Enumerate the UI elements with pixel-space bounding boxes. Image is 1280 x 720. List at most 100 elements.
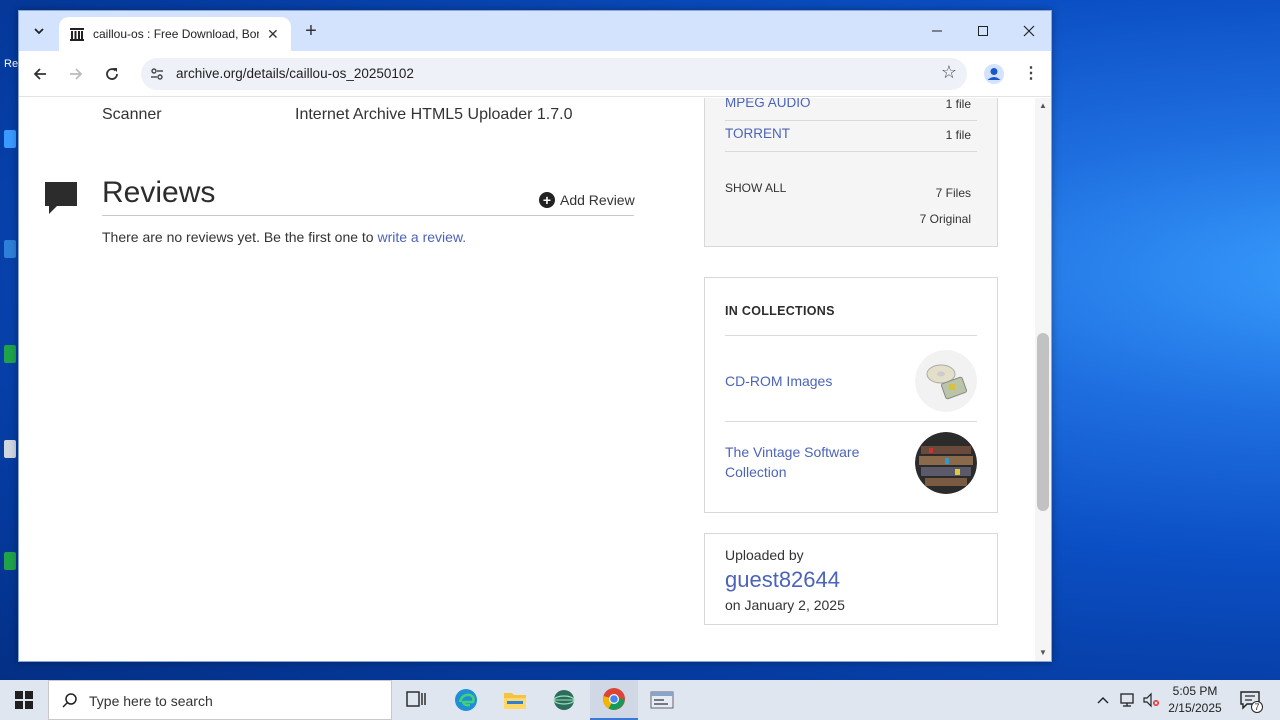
- metadata-value: Internet Archive HTML5 Uploader 1.7.0: [295, 106, 573, 123]
- file-format-link[interactable]: TORRENT: [725, 126, 790, 141]
- scroll-down-arrow-icon[interactable]: ▼: [1037, 648, 1049, 657]
- plus-circle-icon: +: [539, 192, 555, 208]
- file-count: 1 file: [945, 128, 971, 142]
- folder-icon: [504, 693, 526, 709]
- collections-box: IN COLLECTIONS CD-ROM Images The Vintage…: [704, 277, 998, 513]
- volume-muted-icon: [1143, 692, 1159, 708]
- task-view-icon: [406, 691, 426, 707]
- tab-active[interactable]: caillou-os : Free Download, Borrow, and …: [59, 17, 291, 51]
- close-window-button[interactable]: [1011, 17, 1047, 45]
- search-placeholder: Type here to search: [89, 693, 213, 709]
- tab-title: caillou-os : Free Download, Borrow, and …: [93, 27, 259, 41]
- upload-date: on January 2, 2025: [725, 597, 845, 613]
- forward-arrow-icon: [70, 68, 83, 80]
- browser-toolbar: archive.org/details/caillou-os_20250102 …: [19, 51, 1051, 97]
- files-total[interactable]: 7 Files: [936, 186, 971, 200]
- divider: [102, 215, 634, 216]
- desktop-icon[interactable]: [0, 552, 18, 592]
- internet-archive-favicon-icon: [69, 26, 85, 42]
- file-row: TORRENT 1 file: [725, 120, 977, 152]
- uploader-username-link[interactable]: guest82644: [725, 567, 840, 593]
- reload-button[interactable]: [99, 61, 125, 87]
- uploaded-by-label: Uploaded by: [725, 547, 804, 563]
- chrome-taskbar-button[interactable]: [590, 680, 638, 720]
- forward-button[interactable]: [63, 61, 89, 87]
- desktop-icon[interactable]: [0, 240, 18, 280]
- file-count: 1 file: [945, 98, 971, 111]
- desktop-icon-recycle-bin[interactable]: Re: [0, 58, 18, 98]
- maximize-icon: [978, 26, 988, 36]
- address-bar[interactable]: archive.org/details/caillou-os_20250102 …: [141, 58, 967, 90]
- no-reviews-message: There are no reviews yet. Be the first o…: [102, 229, 466, 245]
- vintage-software-thumbnail-icon[interactable]: [915, 432, 977, 494]
- show-hidden-icons-button[interactable]: [1092, 680, 1114, 720]
- tab-close-icon[interactable]: ✕: [267, 26, 279, 43]
- page-content: Scanner Internet Archive HTML5 Uploader …: [19, 98, 1035, 661]
- file-explorer-taskbar-button[interactable]: [491, 680, 539, 720]
- network-tray-button[interactable]: [1116, 680, 1138, 720]
- desktop-icon[interactable]: [0, 440, 18, 480]
- scrollbar-thumb[interactable]: [1037, 333, 1049, 511]
- scroll-up-arrow-icon[interactable]: ▲: [1037, 101, 1049, 110]
- windows-logo-icon: [15, 691, 33, 709]
- reload-icon: [106, 68, 118, 80]
- minimize-icon: [932, 30, 942, 32]
- notification-count-badge: 7: [1251, 701, 1263, 713]
- file-format-link[interactable]: MPEG AUDIO: [725, 98, 811, 110]
- chevron-down-icon: [34, 28, 44, 35]
- maximize-button[interactable]: [965, 17, 1001, 45]
- add-review-button[interactable]: + Add Review: [539, 192, 635, 208]
- globe-network-icon: [553, 690, 575, 710]
- clock-date: 2/15/2025: [1168, 701, 1222, 715]
- tab-strip: caillou-os : Free Download, Borrow, and …: [19, 11, 1051, 51]
- app-taskbar-button[interactable]: [638, 680, 686, 720]
- chrome-icon: [603, 688, 625, 710]
- window-app-icon: [650, 691, 674, 709]
- add-review-label: Add Review: [560, 192, 635, 208]
- network-icon: [1120, 693, 1134, 707]
- taskbar-clock[interactable]: 5:05 PM 2/15/2025: [1160, 683, 1230, 717]
- taskbar-search-box[interactable]: Type here to search: [48, 680, 392, 720]
- file-row: MPEG AUDIO 1 file: [725, 98, 977, 121]
- network-app-taskbar-button[interactable]: [540, 680, 588, 720]
- taskbar: Type here to search 5:05 PM 2/15/2025 7: [0, 680, 1280, 720]
- download-options-box: MPEG AUDIO 1 file TORRENT 1 file SHOW AL…: [704, 98, 998, 247]
- tab-search-button[interactable]: [27, 19, 51, 43]
- desktop-icon[interactable]: [0, 130, 18, 170]
- collection-link-vintage-software[interactable]: The Vintage Software Collection: [725, 442, 875, 482]
- start-button[interactable]: [0, 680, 48, 720]
- profile-button[interactable]: [983, 63, 1005, 85]
- divider: [725, 421, 977, 422]
- collections-heading: IN COLLECTIONS: [725, 304, 835, 318]
- profile-avatar-icon: [984, 64, 1004, 84]
- speech-bubble-icon: [45, 182, 77, 214]
- close-icon: [1023, 25, 1035, 37]
- task-view-button[interactable]: [392, 680, 440, 720]
- show-all-link[interactable]: SHOW ALL: [725, 181, 786, 195]
- site-info-icon[interactable]: [149, 66, 165, 82]
- files-original[interactable]: 7 Original: [920, 212, 971, 226]
- cdrom-thumbnail-icon[interactable]: [915, 350, 977, 412]
- edge-taskbar-button[interactable]: [442, 680, 490, 720]
- chevron-up-icon: [1097, 697, 1109, 704]
- back-button[interactable]: [27, 61, 53, 87]
- collection-link-cdrom[interactable]: CD-ROM Images: [725, 371, 832, 391]
- edge-icon: [455, 689, 477, 711]
- volume-tray-button[interactable]: [1140, 680, 1162, 720]
- bookmark-star-icon[interactable]: ☆: [941, 62, 957, 83]
- uploader-box: Uploaded by guest82644 on January 2, 202…: [704, 533, 998, 625]
- search-icon: [62, 693, 77, 708]
- browser-window: caillou-os : Free Download, Borrow, and …: [18, 10, 1052, 662]
- browser-menu-button[interactable]: ⋮: [1021, 63, 1041, 85]
- metadata-key: Scanner: [102, 106, 162, 123]
- no-reviews-text: There are no reviews yet. Be the first o…: [102, 229, 378, 245]
- notification-center-button[interactable]: 7: [1238, 688, 1263, 713]
- minimize-button[interactable]: [919, 17, 955, 45]
- new-tab-button[interactable]: +: [299, 19, 323, 43]
- clock-time: 5:05 PM: [1172, 684, 1218, 698]
- back-arrow-icon: [33, 68, 46, 80]
- desktop-icon[interactable]: [0, 345, 18, 385]
- reviews-heading: Reviews: [102, 176, 216, 209]
- url-text[interactable]: archive.org/details/caillou-os_20250102: [176, 66, 414, 81]
- write-review-link[interactable]: write a review.: [377, 229, 466, 245]
